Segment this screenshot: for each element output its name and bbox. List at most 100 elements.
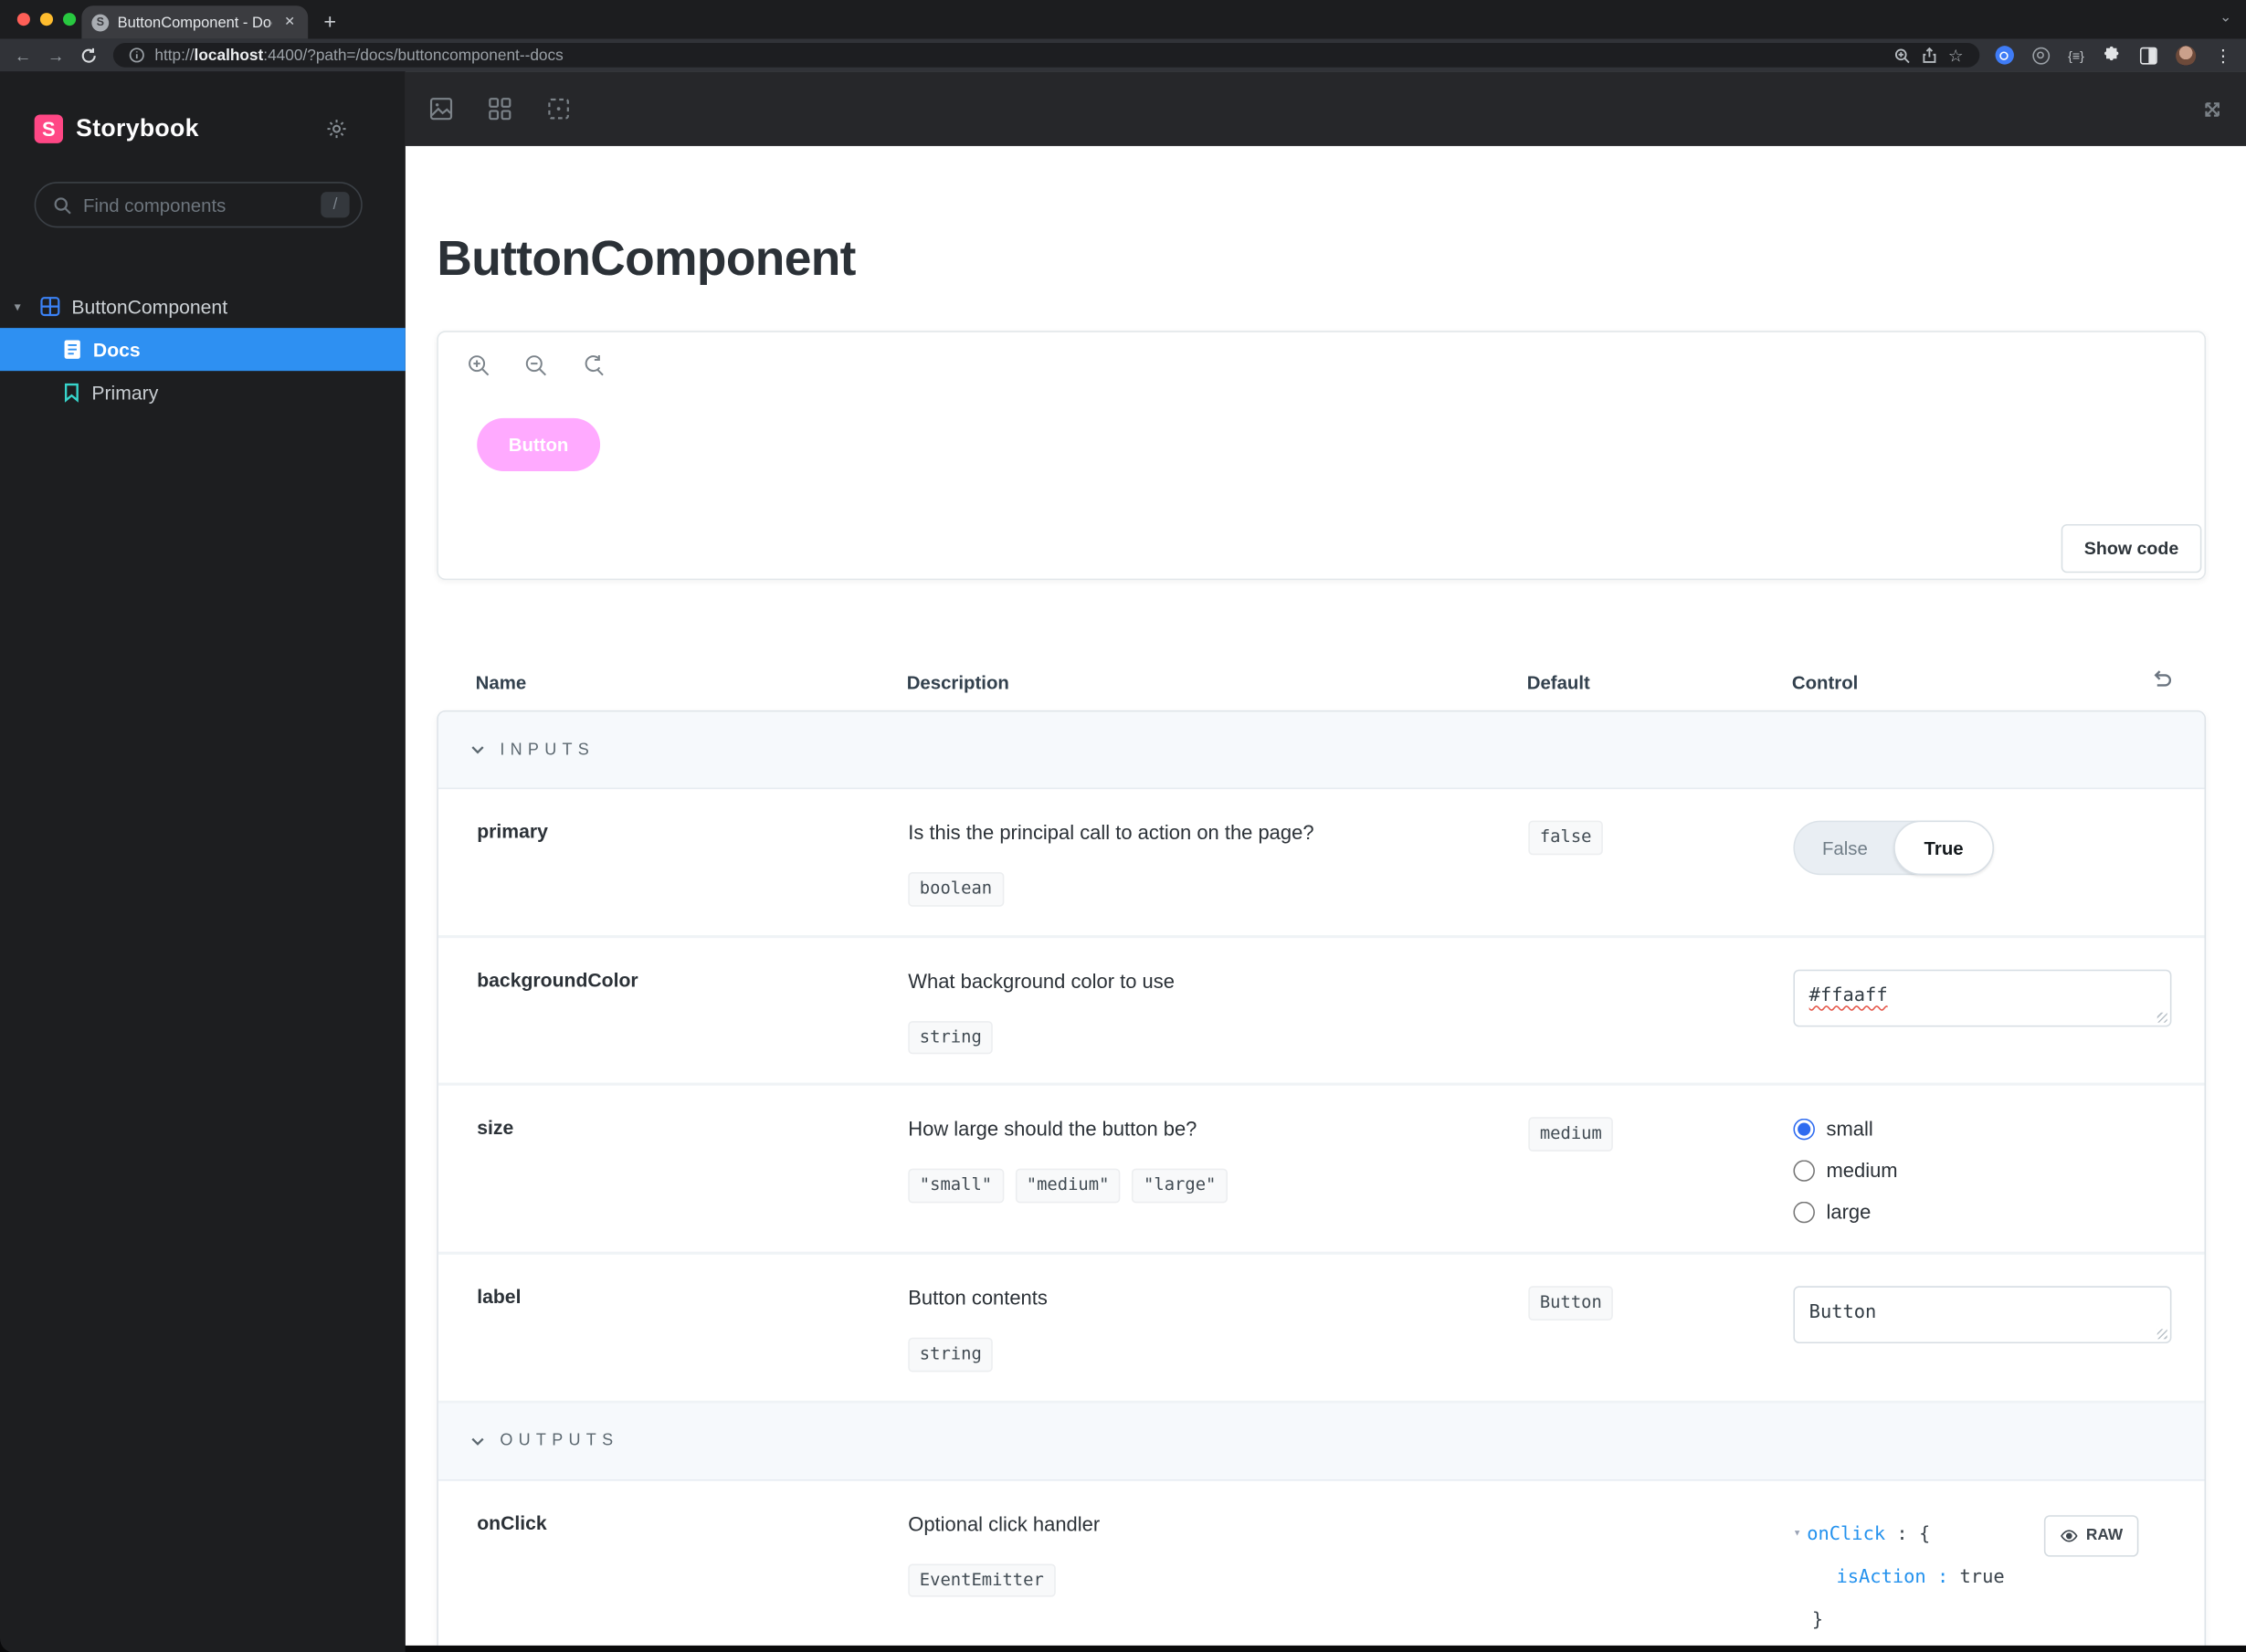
raw-toggle-button[interactable]: RAW — [2044, 1514, 2139, 1557]
browser-menu-icon[interactable]: ⋮ — [2214, 45, 2231, 65]
search-shortcut-badge: / — [321, 192, 350, 218]
arg-description: Button contents — [908, 1286, 1048, 1310]
browser-tab[interactable]: S ButtonComponent - Docs · Sto ✕ — [81, 5, 309, 39]
zoom-page-icon[interactable] — [1893, 47, 1911, 64]
reset-controls-icon[interactable] — [2148, 668, 2174, 693]
window-minimize-button[interactable] — [39, 13, 54, 26]
docs-canvas: ButtonComponent Button Show code Name De… — [405, 145, 2246, 1646]
size-radio-group: small medium large — [1793, 1118, 2167, 1224]
section-header-inputs[interactable]: INPUTS — [438, 711, 2205, 790]
password-manager-icon[interactable] — [1995, 46, 2014, 65]
type-chip: string — [908, 1020, 994, 1055]
window-controls — [16, 13, 77, 26]
bookmark-star-icon[interactable]: ☆ — [1948, 47, 1964, 64]
section-header-outputs[interactable]: OUTPUTS — [438, 1403, 2205, 1481]
radio-large[interactable] — [1793, 1201, 1815, 1223]
arg-row-primary: primary Is this the principal call to ac… — [438, 789, 2205, 938]
section-title: OUTPUTS — [500, 1432, 619, 1450]
arg-name: size — [477, 1117, 514, 1140]
share-icon[interactable] — [1921, 46, 1938, 64]
radio-small[interactable] — [1793, 1118, 1815, 1140]
column-header-control: Control — [1791, 671, 1859, 694]
address-bar[interactable]: http://localhost:4400/?path=/docs/button… — [112, 43, 1979, 68]
browser-toolbar: ← → http://localhost:4400/?path=/docs/bu… — [0, 38, 2246, 72]
reload-icon[interactable] — [80, 47, 98, 64]
site-info-icon[interactable] — [129, 47, 144, 63]
back-icon[interactable]: ← — [15, 47, 32, 64]
radio-option-large[interactable]: large — [1793, 1200, 2167, 1224]
sidebar-item-label: Docs — [92, 338, 141, 361]
radio-medium[interactable] — [1793, 1159, 1815, 1182]
sidebar-item-primary[interactable]: Primary — [0, 371, 406, 414]
backgroundcolor-text-input[interactable]: #ffaaff — [1793, 969, 2172, 1026]
arg-name: onClick — [477, 1511, 547, 1534]
radio-option-small[interactable]: small — [1793, 1118, 2167, 1141]
json-tree-line: isAction : true — [1836, 1566, 2005, 1588]
zoom-out-icon[interactable] — [524, 353, 549, 378]
default-chip: false — [1528, 820, 1604, 855]
zoom-in-icon[interactable] — [467, 353, 491, 378]
tree-caret-icon[interactable]: ▾ — [1793, 1526, 1801, 1541]
preview-button[interactable]: Button — [477, 417, 600, 471]
radio-label: small — [1826, 1117, 1873, 1141]
raw-label: RAW — [2085, 1527, 2124, 1545]
new-tab-button[interactable]: + — [323, 7, 336, 37]
arg-row-backgroundcolor: backgroundColor What background color to… — [438, 938, 2205, 1087]
measure-tool-icon[interactable] — [545, 96, 571, 121]
canvas-toolbar — [405, 71, 2246, 146]
expander-caret-icon[interactable]: ▾ — [15, 299, 29, 314]
profile-avatar[interactable] — [2176, 45, 2197, 66]
type-chip: string — [908, 1338, 994, 1373]
sidebar-item-label: Primary — [91, 381, 159, 404]
arg-name: backgroundColor — [477, 969, 638, 991]
show-code-button[interactable]: Show code — [2061, 523, 2202, 573]
component-tree: ▾ ButtonComponent Docs Primary — [0, 285, 406, 414]
json-tree-line: } — [1811, 1609, 1824, 1631]
arg-description: Optional click handler — [908, 1511, 1101, 1535]
sidebar-item-docs[interactable]: Docs — [0, 328, 406, 372]
arg-description: What background color to use — [908, 969, 1175, 993]
gear-icon[interactable] — [325, 118, 348, 141]
image-tool-icon[interactable] — [428, 96, 454, 121]
fullscreen-expand-icon[interactable] — [2200, 97, 2225, 121]
side-panel-icon[interactable] — [2139, 46, 2157, 64]
chevron-down-icon — [471, 746, 484, 754]
radio-option-medium[interactable]: medium — [1793, 1159, 2167, 1182]
extensions-puzzle-icon[interactable] — [2103, 46, 2121, 64]
window-zoom-button[interactable] — [63, 13, 77, 26]
radio-label: large — [1826, 1200, 1872, 1224]
zoom-reset-icon[interactable] — [582, 353, 606, 378]
tab-search-chevron-icon[interactable]: ⌄ — [2220, 10, 2231, 26]
bookmark-icon — [63, 383, 80, 403]
arg-row-size: size How large should the button be? "sm… — [438, 1086, 2205, 1256]
sidebar-item-buttoncomponent[interactable]: ▾ ButtonComponent — [0, 285, 406, 328]
arg-row-onclick: onClick Optional click handler EventEmit… — [438, 1480, 2205, 1646]
storybook-sidebar: S Storybook Find components / ▾ ButtonCo… — [0, 71, 406, 1652]
brand-title: Storybook — [76, 114, 199, 142]
sidebar-header: S Storybook — [0, 114, 406, 143]
search-icon — [53, 195, 71, 214]
grid-tool-icon[interactable] — [487, 96, 512, 121]
search-input[interactable]: Find components / — [34, 182, 363, 228]
tab-close-icon[interactable]: ✕ — [281, 15, 298, 30]
arg-description: Is this the principal call to action on … — [908, 820, 1314, 844]
storybook-logo-icon: S — [34, 114, 64, 143]
braces-extension-icon[interactable]: {≡} — [2068, 48, 2084, 63]
forward-icon[interactable]: → — [47, 47, 65, 64]
chevron-down-icon — [471, 1437, 484, 1446]
toggle-false-option[interactable]: False — [1795, 822, 1895, 873]
url-text: http://localhost:4400/?path=/docs/button… — [154, 46, 564, 64]
target-extension-icon[interactable] — [2031, 46, 2050, 64]
main-panel: ButtonComponent Button Show code Name De… — [405, 71, 2246, 1646]
type-chip: boolean — [908, 872, 1004, 907]
tab-favicon-icon: S — [91, 13, 110, 31]
boolean-toggle[interactable]: False True — [1793, 820, 1994, 876]
default-chip: medium — [1528, 1117, 1614, 1152]
extensions-cluster: {≡} ⋮ — [1995, 45, 2231, 66]
radio-label: medium — [1826, 1158, 1898, 1183]
type-chip: EventEmitter — [908, 1563, 1056, 1598]
window-close-button[interactable] — [16, 13, 30, 26]
toggle-true-option[interactable]: True — [1893, 820, 1994, 876]
column-header-description: Description — [906, 671, 1009, 694]
label-text-input[interactable]: Button — [1793, 1286, 2172, 1344]
